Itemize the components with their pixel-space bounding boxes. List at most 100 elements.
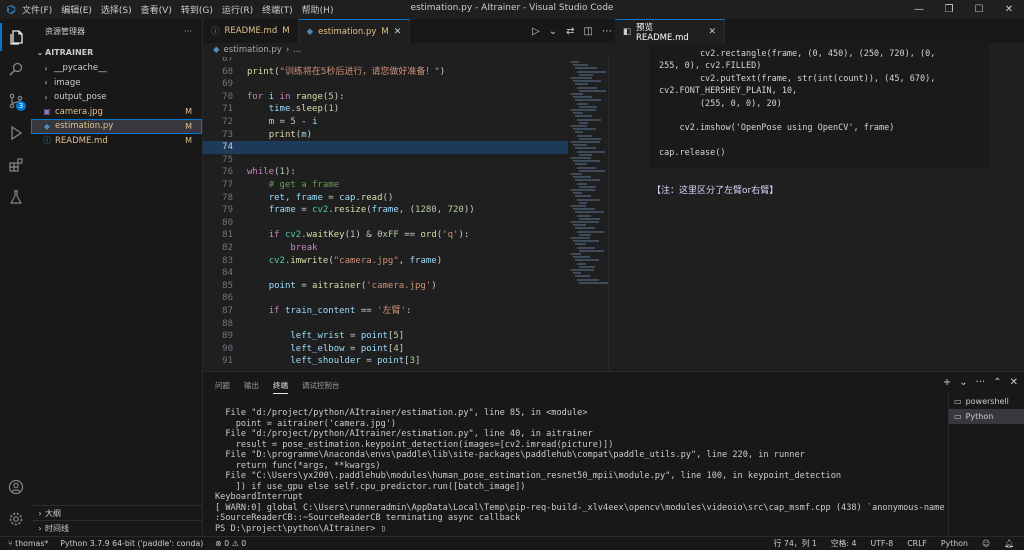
tab-readme[interactable]: ⓘ README.md M xyxy=(203,19,299,43)
code-text: break xyxy=(290,243,318,253)
tree-file-camera[interactable]: ▣ camera.jpg M xyxy=(31,105,202,120)
menu-selection[interactable]: 选择(S) xyxy=(101,3,132,16)
code-line[interactable]: 80 xyxy=(203,217,568,230)
tab-preview-readme[interactable]: ◧ 预览 README.md ✕ xyxy=(615,19,725,43)
tree-file-readme[interactable]: ⓘ README.md M xyxy=(31,134,202,149)
code-line[interactable]: 76 while(1): xyxy=(203,166,568,179)
code-line[interactable]: 71 time.sleep(1) xyxy=(203,103,568,116)
tab-debug-console[interactable]: 调试控制台 xyxy=(302,380,340,394)
search-icon[interactable] xyxy=(0,55,31,83)
maximize-button[interactable]: ☐ xyxy=(964,0,994,19)
menu-help[interactable]: 帮助(H) xyxy=(302,3,334,16)
code-line[interactable]: 91 left_shoulder = point[3] xyxy=(203,355,568,368)
explorer-more-button[interactable]: ··· xyxy=(184,27,192,36)
code-line[interactable]: 73 print(m) xyxy=(203,129,568,142)
tree-file-estimation[interactable]: ◆ estimation.py M xyxy=(31,119,202,134)
code-editor[interactable]: 67 68 print("训练将在5秒后进行，请您做好准备！") 69 70 for i … xyxy=(203,57,568,371)
notifications-icon[interactable]: 🔔︎ xyxy=(1004,539,1014,548)
menu-file[interactable]: 文件(F) xyxy=(22,3,52,16)
code-line[interactable]: 70 for i in range(5): xyxy=(203,91,568,104)
maximize-panel-button[interactable]: ⌃ xyxy=(993,377,1001,388)
code-line[interactable]: 79 frame = cv2.resize(frame, (1280, 720)… xyxy=(203,204,568,217)
problems-counter[interactable]: ⊗ 0 ⚠ 0 xyxy=(215,539,246,548)
compare-changes-icon[interactable]: ⇄ xyxy=(566,26,574,37)
minimap-line xyxy=(575,211,604,214)
code-line[interactable]: 81 if cv2.waitKey(1) & 0xFF == ord('q'): xyxy=(203,229,568,242)
indentation[interactable]: 空格: 4 xyxy=(831,538,857,549)
code-line[interactable]: 88 xyxy=(203,318,568,331)
code-line[interactable]: 89 left_wrist = point[5] xyxy=(203,330,568,343)
code-line[interactable]: 82 break xyxy=(203,242,568,255)
account-icon[interactable] xyxy=(0,473,31,501)
minimap-line xyxy=(579,233,591,236)
close-panel-button[interactable]: ✕ xyxy=(1010,377,1018,388)
git-branch-item[interactable]: ⑂ thomas* xyxy=(8,539,48,548)
terminal-dropdown-button[interactable]: ⌄ xyxy=(959,377,967,388)
line-number: 74 xyxy=(222,142,233,153)
code-line[interactable]: 85 point = aitrainer('camera.jpg') xyxy=(203,280,568,293)
code-line[interactable]: 74 xyxy=(203,141,568,154)
terminal-item-powershell[interactable]: ▭ powershell xyxy=(949,394,1024,409)
info-file-icon: ⓘ xyxy=(211,27,220,37)
code-line[interactable]: 72 m = 5 - i xyxy=(203,116,568,129)
run-debug-icon[interactable] xyxy=(0,119,31,147)
panel-more-button[interactable]: ··· xyxy=(976,377,986,388)
encoding[interactable]: UTF-8 xyxy=(870,539,893,548)
source-control-icon[interactable]: 3 xyxy=(0,87,31,115)
panel-actions: + ⌄ ··· ⌃ ✕ xyxy=(943,377,1018,388)
python-interpreter[interactable]: Python 3.7.9 64-bit ('paddle': conda) xyxy=(60,539,203,548)
minimize-button[interactable]: — xyxy=(904,0,934,19)
code-line[interactable]: 87 if train_content == '左臂': xyxy=(203,305,568,318)
code-line[interactable]: 86 xyxy=(203,292,568,305)
explorer-icon[interactable] xyxy=(0,23,31,51)
code-line[interactable]: 83 cv2.imwrite("camera.jpg", frame) xyxy=(203,255,568,268)
menu-run[interactable]: 运行(R) xyxy=(222,3,253,16)
menu-view[interactable]: 查看(V) xyxy=(141,3,172,16)
code-line[interactable]: 75 xyxy=(203,154,568,167)
code-line[interactable]: 68 print("训练将在5秒后进行，请您做好准备！") xyxy=(203,66,568,79)
split-editor-icon[interactable]: ◫ xyxy=(583,26,592,37)
tree-folder-output-pose[interactable]: › output_pose xyxy=(31,90,202,105)
tab-estimation[interactable]: ◆ estimation.py M ✕ xyxy=(298,19,411,43)
code-line[interactable]: 78 ret, frame = cap.read() xyxy=(203,192,568,205)
tab-terminal[interactable]: 终端 xyxy=(273,380,288,394)
close-icon[interactable]: ✕ xyxy=(708,27,716,37)
tree-folder-pycache[interactable]: › __pycache__ xyxy=(31,61,202,76)
testing-flask-icon[interactable] xyxy=(0,183,31,211)
menu-terminal[interactable]: 终端(T) xyxy=(262,3,293,16)
cursor-position[interactable]: 行 74，列 1 xyxy=(774,538,817,549)
feedback-icon[interactable]: ☺ xyxy=(982,539,990,548)
more-actions-icon[interactable]: ⋯ xyxy=(602,26,612,37)
menu-edit[interactable]: 编辑(E) xyxy=(61,3,92,16)
tree-folder-image[interactable]: › image xyxy=(31,76,202,91)
extensions-icon[interactable] xyxy=(0,151,31,179)
code-line[interactable]: 67 xyxy=(203,57,568,66)
breadcrumb-symbol[interactable]: ... xyxy=(293,45,301,55)
timeline-section[interactable]: › 时间线 xyxy=(31,520,203,536)
terminal-item-python[interactable]: ▭ Python xyxy=(949,409,1024,424)
editor-scrollbar[interactable] xyxy=(608,57,614,371)
terminal-output[interactable]: File "d:/project/python/AItrainer/estima… xyxy=(215,408,945,534)
new-terminal-button[interactable]: + xyxy=(943,377,951,388)
minimap[interactable] xyxy=(568,57,608,371)
outline-section[interactable]: › 大纲 xyxy=(31,505,203,521)
workspace-section[interactable]: ⌄ AITRAINER xyxy=(31,43,202,61)
code-line[interactable]: 90 left_elbow = point[4] xyxy=(203,343,568,356)
breadcrumb-file[interactable]: estimation.py xyxy=(224,45,282,55)
line-number: 72 xyxy=(222,117,233,127)
restore-button[interactable]: ❐ xyxy=(934,0,964,19)
language-mode[interactable]: Python xyxy=(941,539,968,548)
chevron-down-icon[interactable]: ⌄ xyxy=(549,26,557,37)
code-line[interactable]: 77 # get a frame xyxy=(203,179,568,192)
settings-gear-icon[interactable] xyxy=(0,505,31,533)
tab-problems[interactable]: 问题 xyxy=(215,380,230,394)
line-ending[interactable]: CRLF xyxy=(907,539,927,548)
editor-actions: ▷ ⌄ ⇄ ◫ ⋯ xyxy=(532,19,612,43)
tab-output[interactable]: 输出 xyxy=(244,380,259,394)
close-icon[interactable]: ✕ xyxy=(394,27,402,37)
code-line[interactable]: 84 xyxy=(203,267,568,280)
close-window-button[interactable]: ✕ xyxy=(994,0,1024,19)
run-python-icon[interactable]: ▷ xyxy=(532,26,540,37)
code-line[interactable]: 69 xyxy=(203,78,568,91)
menu-go[interactable]: 转到(G) xyxy=(181,3,213,16)
